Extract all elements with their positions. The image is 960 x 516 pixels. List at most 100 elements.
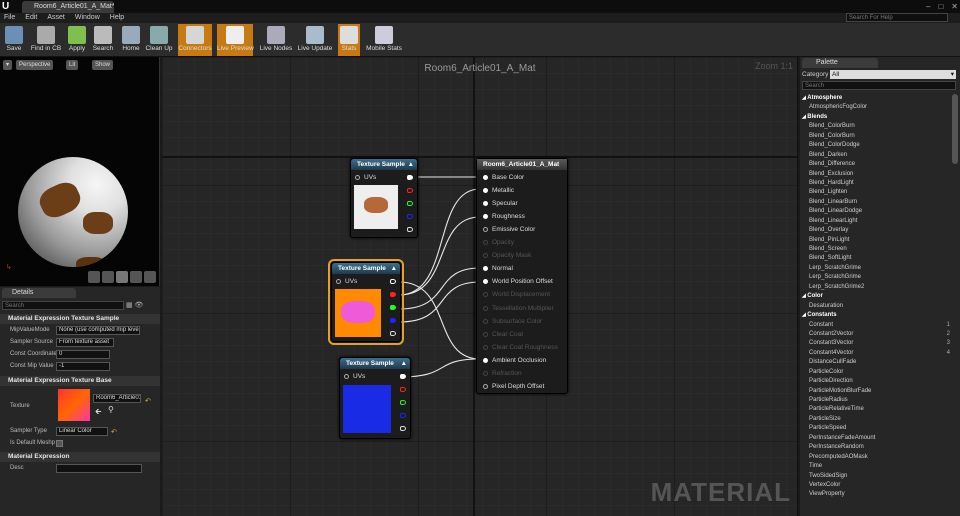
palette-item[interactable]: AtmosphericFogColor <box>800 103 952 112</box>
texture-sample-node[interactable]: Texture Sample ▲ UVs <box>339 357 411 439</box>
menu-item-asset[interactable]: Asset <box>47 13 65 23</box>
sampler-type-dropdown[interactable]: Linear Color <box>56 427 108 436</box>
collapse-arrow-icon[interactable]: ▲ <box>391 263 397 274</box>
show-button[interactable]: Show <box>92 60 114 70</box>
material-pin-world-position-offset[interactable]: World Position Offset <box>483 278 553 285</box>
apply-button[interactable]: Apply <box>66 24 88 56</box>
material-pin-refraction[interactable]: Refraction <box>483 370 522 377</box>
material-pin-tessellation-multiplier[interactable]: Tessellation Multiplier <box>483 305 554 312</box>
palette-item[interactable]: Time <box>800 462 952 471</box>
material-graph[interactable]: Room6_Article01_A_Mat Zoom 1:1 MATERIAL … <box>162 57 798 516</box>
palette-item[interactable]: Lerp_ScratchGrime <box>800 264 952 273</box>
output-b-pin[interactable] <box>407 214 413 219</box>
viewport-menu-icon[interactable]: ▾ <box>3 60 12 70</box>
unreal-logo-icon[interactable]: U <box>2 0 14 13</box>
palette-item[interactable]: ParticleSize <box>800 415 952 424</box>
home-button[interactable]: Home <box>120 24 142 56</box>
palette-item[interactable]: PrecomputedAOMask <box>800 453 952 462</box>
palette-item[interactable]: Desaturation <box>800 302 952 311</box>
palette-item[interactable]: Constant2Vector 2 <box>800 330 952 339</box>
texture-sample-node-selected[interactable]: Texture Sample ▲ UVs <box>328 259 404 345</box>
palette-item[interactable]: Blend_ColorDodge <box>800 141 952 150</box>
lit-button[interactable]: Lit <box>66 60 79 70</box>
uvs-pin[interactable]: UVs <box>344 373 365 380</box>
search-button[interactable]: Search <box>92 24 114 56</box>
section-header[interactable]: Material Expression <box>0 452 160 462</box>
material-pin-clear-coat[interactable]: Clear Coat <box>483 331 523 338</box>
texture-thumbnail[interactable] <box>58 389 90 421</box>
maximize-icon[interactable]: □ <box>938 0 943 13</box>
output-a-pin[interactable] <box>390 331 396 336</box>
palette-item[interactable]: Blend_Darken <box>800 151 952 160</box>
output-g-pin[interactable] <box>390 305 396 310</box>
palette-search-input[interactable]: Search <box>802 81 956 90</box>
teapot-shape-icon[interactable] <box>144 271 156 283</box>
menu-item-file[interactable]: File <box>4 13 15 23</box>
close-icon[interactable]: ✕ <box>951 0 958 13</box>
use-selected-arrow-icon[interactable]: 🡰 <box>95 406 101 420</box>
help-search-input[interactable]: Search For Help <box>846 13 948 22</box>
collapse-arrow-icon[interactable]: ▲ <box>408 159 414 170</box>
material-pin-roughness[interactable]: Roughness <box>483 213 525 220</box>
output-g-pin[interactable] <box>400 400 406 405</box>
output-rgb-pin[interactable] <box>407 175 413 180</box>
const-mip-value-input[interactable]: -1 <box>56 362 110 371</box>
palette-category[interactable]: ◢ Blends <box>800 113 952 122</box>
palette-item[interactable]: VertexColor <box>800 481 952 490</box>
menu-item-help[interactable]: Help <box>110 13 124 23</box>
material-pin-emissive-color[interactable]: Emissive Color <box>483 226 535 233</box>
reset-arrow-icon[interactable]: ↶ <box>111 428 117 436</box>
mobile-stats-button[interactable]: Mobile Stats <box>366 24 402 56</box>
perspective-button[interactable]: Perspective <box>16 60 54 70</box>
live-update-button[interactable]: Live Update <box>296 24 334 56</box>
sampler-source-dropdown[interactable]: From texture asset <box>56 338 114 347</box>
default-meshpaint-checkbox[interactable] <box>56 440 63 447</box>
material-result-node[interactable]: Room6_Article01_A_Mat Base Color Metallic… <box>476 158 568 394</box>
palette-item[interactable]: Constant3Vector 3 <box>800 339 952 348</box>
material-pin-opacity[interactable]: Opacity <box>483 239 514 246</box>
uvs-pin[interactable]: UVs <box>355 174 376 181</box>
palette-category[interactable]: ◢ Constants <box>800 311 952 320</box>
palette-item[interactable]: Constant 1 <box>800 321 952 330</box>
palette-item[interactable]: Lerp_ScratchGrime <box>800 273 952 282</box>
palette-item[interactable]: Blend_ColorBurn <box>800 122 952 131</box>
live-preview-button[interactable]: Live Preview <box>217 24 254 56</box>
palette-item[interactable]: Lerp_ScratchGrime2 <box>800 283 952 292</box>
palette-category[interactable]: ◢ Color <box>800 292 952 301</box>
menu-item-edit[interactable]: Edit <box>25 13 37 23</box>
output-r-pin[interactable] <box>400 387 406 392</box>
palette-item[interactable]: Blend_PinLight <box>800 236 952 245</box>
texture-asset-dropdown[interactable]: Room6_Article01 <box>93 394 141 403</box>
material-pin-subsurface-color[interactable]: Subsurface Color <box>483 318 542 325</box>
palette-item[interactable]: ParticleSpeed <box>800 424 952 433</box>
section-header[interactable]: Material Expression Texture Sample <box>0 314 160 324</box>
palette-item[interactable]: ViewProperty <box>800 490 952 499</box>
texture-sample-node[interactable]: Texture Sample ▲ UVs <box>350 158 418 238</box>
palette-item[interactable]: Constant4Vector 4 <box>800 349 952 358</box>
uvs-pin[interactable]: UVs <box>336 278 357 285</box>
palette-item[interactable]: Blend_LinearLight <box>800 217 952 226</box>
palette-item[interactable]: TwoSidedSign <box>800 472 952 481</box>
view-options-icon[interactable]: ▦ 👁 <box>126 301 156 310</box>
palette-item[interactable]: Blend_Screen <box>800 245 952 254</box>
category-dropdown[interactable]: All ▾ <box>830 70 956 79</box>
cylinder-shape-icon[interactable] <box>88 271 100 283</box>
desc-input[interactable] <box>56 464 142 473</box>
output-r-pin[interactable] <box>407 188 413 193</box>
palette-item[interactable]: Blend_LinearBurn <box>800 198 952 207</box>
output-a-pin[interactable] <box>400 426 406 431</box>
details-search-input[interactable]: Search <box>2 301 124 310</box>
palette-item[interactable]: Blend_HardLight <box>800 179 952 188</box>
output-b-pin[interactable] <box>390 318 396 323</box>
reset-arrow-icon[interactable]: ↶ <box>145 397 151 405</box>
output-rgb-pin[interactable] <box>400 374 406 379</box>
sphere-shape-icon[interactable] <box>102 271 114 283</box>
palette-item[interactable]: PerInstanceRandom <box>800 443 952 452</box>
material-pin-ambient-occlusion[interactable]: Ambient Occlusion <box>483 357 546 364</box>
preview-viewport[interactable]: ▾ Perspective Lit Show ↳ <box>0 57 160 286</box>
palette-scrollbar[interactable] <box>952 94 958 164</box>
live-nodes-button[interactable]: Live Nodes <box>259 24 293 56</box>
cube-shape-icon[interactable] <box>130 271 142 283</box>
palette-item[interactable]: Blend_LinearDodge <box>800 207 952 216</box>
details-tab[interactable]: Details <box>2 288 76 298</box>
